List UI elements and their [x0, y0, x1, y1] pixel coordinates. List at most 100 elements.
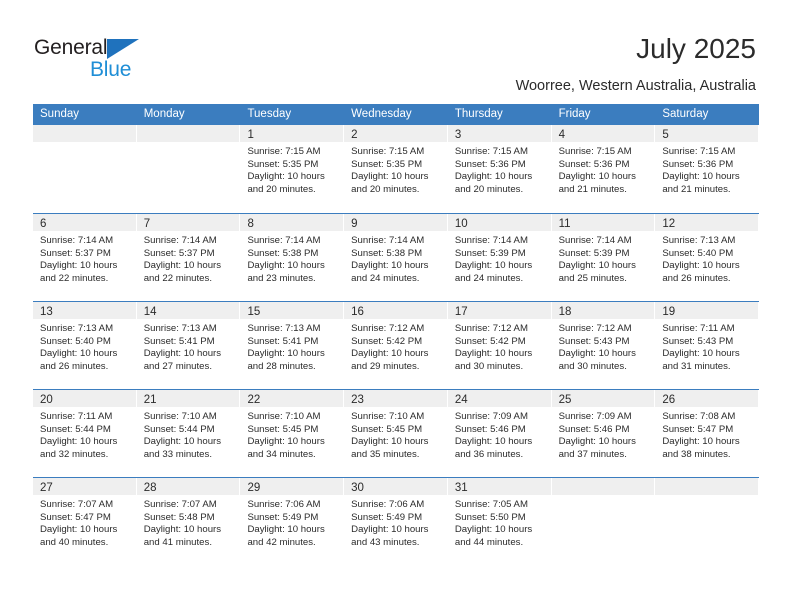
day-number-band: 4: [551, 125, 655, 142]
calendar-day-cell[interactable]: 16 Sunrise: 7:12 AM Sunset: 5:42 PM Dayligh…: [344, 302, 448, 389]
calendar-day-cell[interactable]: 6 Sunrise: 7:14 AM Sunset: 5:37 PM Daylight…: [33, 214, 137, 301]
sunset-text: Sunset: 5:37 PM: [143, 247, 215, 259]
calendar-day-cell[interactable]: 14 Sunrise: 7:13 AM Sunset: 5:41 PM Dayligh…: [136, 302, 241, 389]
daylight-text: Daylight: 10 hours and 44 minutes.: [454, 524, 533, 548]
day-number: 12: [662, 218, 676, 230]
day-number: 1: [247, 129, 254, 141]
daylight-text: Daylight: 10 hours and 37 minutes.: [558, 436, 636, 460]
day-number: 27: [40, 482, 53, 494]
daylight-text: Daylight: 10 hours and 41 minutes.: [143, 524, 222, 548]
day-number: 17: [454, 306, 468, 318]
calendar-week-row: 13 Sunrise: 7:13 AM Sunset: 5:40 PM Dayligh…: [33, 301, 760, 389]
day-number-band: 27: [33, 478, 136, 495]
calendar-day-cell[interactable]: 19 Sunrise: 7:11 AM Sunset: 5:43 PM Dayligh…: [655, 302, 760, 389]
calendar-day-cell[interactable]: 12 Sunrise: 7:13 AM Sunset: 5:40 PM Dayligh…: [655, 214, 760, 301]
day-number: 20: [40, 394, 53, 406]
sunset-text: Sunset: 5:38 PM: [247, 247, 319, 259]
daylight-text: Daylight: 10 hours and 20 minutes.: [247, 171, 325, 195]
sunset-text: Sunset: 5:47 PM: [40, 511, 111, 523]
daylight-text: Daylight: 10 hours and 27 minutes.: [143, 348, 222, 372]
calendar-day-cell[interactable]: 27 Sunrise: 7:07 AM Sunset: 5:47 PM Dayligh…: [33, 478, 137, 565]
daylight-text: Daylight: 10 hours and 33 minutes.: [143, 436, 222, 460]
calendar-day-cell[interactable]: 26 Sunrise: 7:08 AM Sunset: 5:47 PM Dayligh…: [655, 390, 760, 477]
general-blue-logo[interactable]: General Blue: [34, 36, 164, 84]
day-number-band: 22: [240, 390, 344, 407]
day-number-band: 6: [33, 214, 136, 231]
day-number-band: 12: [655, 214, 759, 231]
sunset-text: Sunset: 5:41 PM: [143, 335, 215, 347]
daylight-text: Daylight: 10 hours and 23 minutes.: [247, 260, 325, 284]
daylight-text: Daylight: 10 hours and 43 minutes.: [351, 524, 429, 548]
day-sun-info: Sunrise: 7:10 AM Sunset: 5:45 PM Daylight:…: [240, 407, 343, 461]
day-sun-info: Sunrise: 7:15 AM Sunset: 5:36 PM Daylight:…: [552, 142, 655, 196]
sunset-text: Sunset: 5:39 PM: [558, 247, 630, 259]
day-number-band: 9: [344, 214, 447, 231]
daylight-text: Daylight: 10 hours and 25 minutes.: [558, 260, 636, 284]
daylight-text: Daylight: 10 hours and 24 minutes.: [454, 260, 533, 284]
day-number-band: 5: [655, 125, 759, 142]
sunrise-text: Sunrise: 7:14 AM: [247, 235, 321, 246]
calendar-day-cell[interactable]: 4 Sunrise: 7:15 AM Sunset: 5:36 PM Daylight…: [551, 125, 656, 213]
day-number-band: 28: [136, 478, 240, 495]
day-number-band: 20: [33, 390, 136, 407]
sunrise-text: Sunrise: 7:09 AM: [454, 411, 528, 422]
calendar-day-cell[interactable]: 1 Sunrise: 7:15 AM Sunset: 5:35 PM Daylight…: [240, 125, 345, 213]
calendar-day-cell-empty: [136, 125, 241, 213]
calendar-day-cell[interactable]: 3 Sunrise: 7:15 AM Sunset: 5:36 PM Daylight…: [447, 125, 552, 213]
day-number: 28: [143, 482, 157, 494]
calendar-day-cell[interactable]: 28 Sunrise: 7:07 AM Sunset: 5:48 PM Dayligh…: [136, 478, 241, 565]
calendar-day-cell[interactable]: 23 Sunrise: 7:10 AM Sunset: 5:45 PM Dayligh…: [344, 390, 448, 477]
calendar-day-cell[interactable]: 2 Sunrise: 7:15 AM Sunset: 5:35 PM Daylight…: [344, 125, 448, 213]
daylight-text: Daylight: 10 hours and 34 minutes.: [247, 436, 325, 460]
calendar-day-cell[interactable]: 24 Sunrise: 7:09 AM Sunset: 5:46 PM Dayligh…: [447, 390, 552, 477]
day-number: 18: [558, 306, 572, 318]
calendar-day-cell[interactable]: 25 Sunrise: 7:09 AM Sunset: 5:46 PM Dayligh…: [551, 390, 656, 477]
sunset-text: Sunset: 5:44 PM: [40, 423, 111, 435]
logo-triangle-icon: [107, 39, 139, 59]
calendar-day-cell[interactable]: 7 Sunrise: 7:14 AM Sunset: 5:37 PM Daylight…: [136, 214, 241, 301]
day-number: 10: [454, 218, 468, 230]
day-number-band: 23: [344, 390, 447, 407]
sunrise-text: Sunrise: 7:15 AM: [351, 146, 425, 157]
sunset-text: Sunset: 5:45 PM: [351, 423, 423, 435]
calendar-day-cell[interactable]: 21 Sunrise: 7:10 AM Sunset: 5:44 PM Dayligh…: [136, 390, 241, 477]
calendar-day-cell[interactable]: 8 Sunrise: 7:14 AM Sunset: 5:38 PM Daylight…: [240, 214, 345, 301]
day-number: 4: [558, 129, 565, 141]
day-number-band: 21: [136, 390, 240, 407]
calendar-day-cell[interactable]: 22 Sunrise: 7:10 AM Sunset: 5:45 PM Dayligh…: [240, 390, 345, 477]
calendar-week-row: 27 Sunrise: 7:07 AM Sunset: 5:47 PM Dayligh…: [33, 477, 760, 565]
calendar-day-cell[interactable]: 13 Sunrise: 7:13 AM Sunset: 5:40 PM Dayligh…: [33, 302, 137, 389]
day-number: 13: [40, 306, 53, 318]
calendar-day-cell[interactable]: 18 Sunrise: 7:12 AM Sunset: 5:43 PM Dayligh…: [551, 302, 656, 389]
calendar-day-cell[interactable]: 11 Sunrise: 7:14 AM Sunset: 5:39 PM Dayligh…: [551, 214, 656, 301]
sunset-text: Sunset: 5:46 PM: [454, 423, 526, 435]
calendar-day-cell[interactable]: 9 Sunrise: 7:14 AM Sunset: 5:38 PM Daylight…: [344, 214, 448, 301]
sunset-text: Sunset: 5:38 PM: [351, 247, 423, 259]
calendar-day-cell[interactable]: 10 Sunrise: 7:14 AM Sunset: 5:39 PM Dayligh…: [447, 214, 552, 301]
sunset-text: Sunset: 5:44 PM: [143, 423, 215, 435]
daylight-text: Daylight: 10 hours and 42 minutes.: [247, 524, 325, 548]
daylight-text: Daylight: 10 hours and 30 minutes.: [454, 348, 533, 372]
calendar-day-cell[interactable]: 30 Sunrise: 7:06 AM Sunset: 5:49 PM Dayligh…: [344, 478, 448, 565]
day-number-band: 11: [551, 214, 655, 231]
sunrise-text: Sunrise: 7:14 AM: [558, 235, 632, 246]
calendar-day-cell[interactable]: 17 Sunrise: 7:12 AM Sunset: 5:42 PM Dayligh…: [447, 302, 552, 389]
calendar-day-cell[interactable]: 20 Sunrise: 7:11 AM Sunset: 5:44 PM Dayligh…: [33, 390, 137, 477]
sunset-text: Sunset: 5:46 PM: [558, 423, 630, 435]
calendar-day-cell[interactable]: 5 Sunrise: 7:15 AM Sunset: 5:36 PM Daylight…: [655, 125, 760, 213]
sunset-text: Sunset: 5:43 PM: [558, 335, 630, 347]
day-sun-info: Sunrise: 7:11 AM Sunset: 5:43 PM Daylight:…: [655, 319, 758, 373]
sunset-text: Sunset: 5:36 PM: [558, 158, 630, 170]
sunset-text: Sunset: 5:49 PM: [247, 511, 319, 523]
day-sun-info: Sunrise: 7:05 AM Sunset: 5:50 PM Daylight:…: [448, 495, 551, 549]
day-sun-info: Sunrise: 7:14 AM Sunset: 5:38 PM Daylight:…: [344, 231, 447, 285]
sunrise-text: Sunrise: 7:08 AM: [662, 411, 736, 422]
day-number-band: 15: [240, 302, 344, 319]
day-number: 24: [454, 394, 468, 406]
weekday-header-sunday: Sunday: [40, 108, 80, 120]
calendar-day-cell[interactable]: 31 Sunrise: 7:05 AM Sunset: 5:50 PM Dayligh…: [447, 478, 552, 565]
sunset-text: Sunset: 5:35 PM: [247, 158, 319, 170]
calendar-week-row: 1 Sunrise: 7:15 AM Sunset: 5:35 PM Daylight…: [33, 125, 760, 213]
calendar-day-cell[interactable]: 15 Sunrise: 7:13 AM Sunset: 5:41 PM Dayligh…: [240, 302, 345, 389]
calendar-day-cell[interactable]: 29 Sunrise: 7:06 AM Sunset: 5:49 PM Dayligh…: [240, 478, 345, 565]
